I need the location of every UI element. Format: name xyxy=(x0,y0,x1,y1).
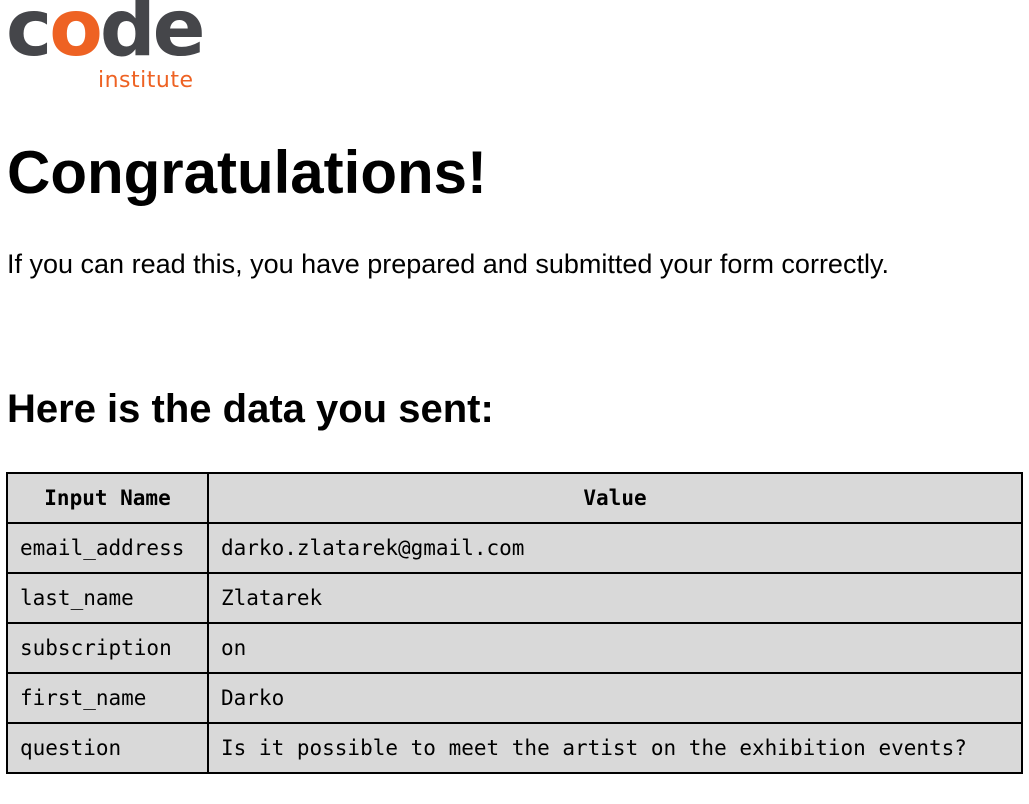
input-name-cell: email_address xyxy=(6,522,209,574)
code-institute-logo: code institute xyxy=(6,0,206,96)
intro-text: If you can read this, you have prepared … xyxy=(7,249,889,279)
submitted-data-table: Input Name Value email_address darko.zla… xyxy=(6,472,1023,774)
value-cell: Is it possible to meet the artist on the… xyxy=(207,722,1023,774)
logo-letters-de: de xyxy=(99,0,206,74)
table-row: last_name Zlatarek xyxy=(6,572,1023,624)
table-row: first_name Darko xyxy=(6,672,1023,724)
data-heading: Here is the data you sent: xyxy=(7,387,494,431)
value-cell: Darko xyxy=(207,672,1023,724)
logo-subtitle: institute xyxy=(98,68,194,93)
table-header-row: Input Name Value xyxy=(6,472,1023,524)
input-name-cell: subscription xyxy=(6,622,209,674)
logo-letter-c: c xyxy=(6,0,52,74)
table-row: email_address darko.zlatarek@gmail.com xyxy=(6,522,1023,574)
value-cell: darko.zlatarek@gmail.com xyxy=(207,522,1023,574)
input-name-cell: question xyxy=(6,722,209,774)
input-name-cell: first_name xyxy=(6,672,209,724)
value-cell: on xyxy=(207,622,1023,674)
input-name-cell: last_name xyxy=(6,572,209,624)
column-header-value: Value xyxy=(207,472,1023,524)
table-row: subscription on xyxy=(6,622,1023,674)
page-title: Congratulations! xyxy=(7,139,487,206)
column-header-input-name: Input Name xyxy=(6,472,209,524)
logo-wordmark: code xyxy=(6,0,206,68)
table-row: question Is it possible to meet the arti… xyxy=(6,722,1023,774)
value-cell: Zlatarek xyxy=(207,572,1023,624)
logo-letter-o: o xyxy=(49,0,103,74)
